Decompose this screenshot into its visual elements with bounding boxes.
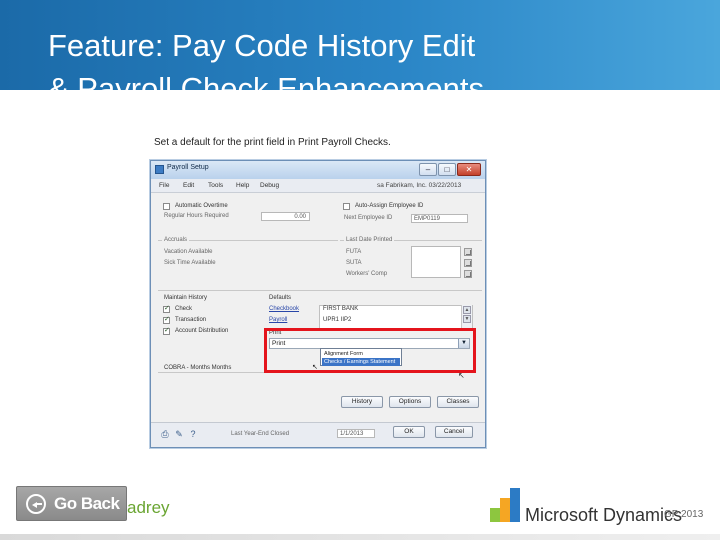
menu-debug[interactable]: Debug (260, 182, 279, 189)
ok-button[interactable]: OK (393, 426, 425, 438)
vacation-available-label: Vacation Available (164, 249, 213, 255)
print-icon[interactable]: ⎙ (160, 429, 170, 439)
checkbook-link[interactable]: Checkbook (269, 306, 299, 312)
slide-header: Feature: Pay Code History Edit & Payroll… (0, 0, 720, 90)
menu-file[interactable]: File (159, 182, 169, 189)
window-title: Payroll Setup (167, 164, 209, 171)
menu-edit[interactable]: Edit (183, 182, 194, 189)
menu-help[interactable]: Help (236, 182, 249, 189)
auto-assign-checkbox[interactable] (343, 203, 350, 210)
last-printed-dates-box (411, 246, 461, 278)
history-check-label: Check (175, 306, 193, 312)
futa-label: FUTA (346, 249, 362, 255)
microsoft-dynamics-logo-icon (486, 486, 524, 522)
auto-assign-label: Auto-Assign Employee ID (355, 203, 424, 209)
slide-caption: Set a default for the print field in Pri… (154, 137, 391, 148)
help-icon[interactable]: ? (188, 429, 198, 439)
window-titlebar[interactable]: Payroll Setup – □ ✕ (151, 161, 485, 179)
suta-calendar-icon[interactable] (464, 259, 472, 267)
checkbook-default-value: FIRST BANK (323, 306, 359, 312)
history-account-distribution-label: Account Distribution (175, 328, 229, 334)
cancel-button[interactable]: Cancel (435, 426, 473, 438)
sick-time-available-label: Sick Time Available (164, 260, 216, 266)
scroll-down-icon[interactable]: ▼ (463, 315, 471, 323)
menu-bar: File Edit Tools Help Debug sa Fabrikam, … (151, 179, 485, 193)
automatic-overtime-checkbox[interactable] (163, 203, 170, 210)
workers-comp-calendar-icon[interactable] (464, 270, 472, 278)
history-transaction-label: Transaction (175, 317, 207, 323)
brand-logo-text: adrey (127, 498, 170, 517)
slide-title: Feature: Pay Code History Edit & Payroll… (48, 28, 484, 90)
company-info: sa Fabrikam, Inc. 03/22/2013 (377, 182, 462, 189)
history-transaction-checkbox[interactable] (163, 315, 170, 324)
cursor-arrow-icon: ↖ (312, 364, 318, 371)
back-arrow-icon (26, 494, 46, 514)
last-date-printed-group-label: Last Date Printed (344, 237, 395, 243)
automatic-overtime-label: Automatic Overtime (175, 203, 228, 209)
payroll-default-value: UPR1 IIP2 (323, 317, 352, 323)
window-app-icon (155, 165, 164, 174)
workers-comp-label: Workers' Comp (346, 271, 388, 277)
cobra-label: COBRA - Months Months (164, 365, 232, 371)
maintain-history-label: Maintain History (164, 295, 208, 301)
payroll-link[interactable]: Payroll (269, 317, 287, 323)
footer-line (0, 534, 720, 540)
next-employee-id-label: Next Employee ID (344, 215, 393, 221)
classes-button[interactable]: Classes (437, 396, 479, 408)
scroll-up-icon[interactable]: ▲ (463, 306, 471, 314)
history-account-distribution-checkbox[interactable] (163, 326, 170, 335)
close-button[interactable]: ✕ (457, 163, 481, 176)
suta-label: SUTA (346, 260, 362, 266)
minimize-button[interactable]: – (419, 163, 437, 176)
regular-hours-field[interactable]: 0.00 (261, 212, 310, 221)
futa-calendar-icon[interactable] (464, 248, 472, 256)
microsoft-dynamics-text: Microsoft Dynamics (525, 505, 683, 525)
menu-tools[interactable]: Tools (208, 182, 223, 189)
last-year-end-label: Last Year-End Closed (231, 431, 290, 437)
history-check-checkbox[interactable] (163, 304, 170, 313)
defaults-label: Defaults (269, 295, 292, 301)
callout-highlight-box (264, 328, 476, 373)
go-back-button[interactable]: Go Back (16, 486, 127, 521)
accruals-group-label: Accruals (162, 237, 190, 243)
history-button[interactable]: History (341, 396, 383, 408)
next-employee-id-field[interactable]: EMP0119 (411, 214, 468, 223)
regular-hours-label: Regular Hours Required (164, 213, 229, 219)
options-button[interactable]: Options (389, 396, 431, 408)
last-year-end-date: 1/1/2013 (337, 429, 375, 438)
note-icon[interactable]: ✎ (174, 429, 184, 439)
window-status-bar: ⎙ ✎ ? Last Year-End Closed 1/1/2013 OK C… (151, 422, 485, 447)
gp-version-text: GP 2013 (664, 509, 704, 520)
go-back-label: Go Back (54, 494, 120, 513)
cursor-pointer-icon: ↖ (458, 371, 465, 380)
maximize-button[interactable]: □ (438, 163, 456, 176)
